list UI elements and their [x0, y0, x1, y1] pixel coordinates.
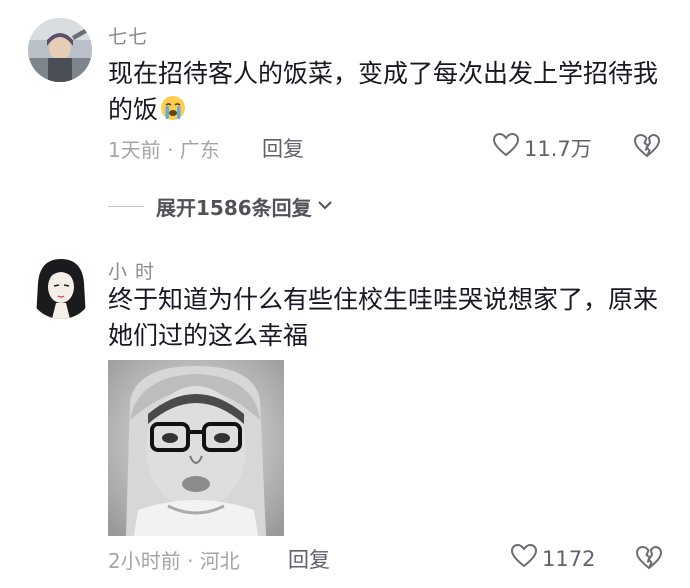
- comment-item: 七七 现在招待客人的饭菜，变成了每次出发上学招待我的饭 1天前 · 广东 回复 …: [0, 0, 690, 190]
- heart-icon: [492, 132, 524, 163]
- like-button[interactable]: 1172: [510, 543, 595, 574]
- divider: [108, 206, 144, 207]
- like-count: 1172: [542, 546, 596, 571]
- comment-text: 终于知道为什么有些住校生哇哇哭说想家了，原来她们过的这么幸福: [108, 285, 659, 350]
- broken-heart-icon: [632, 134, 662, 164]
- expand-replies-label: 展开1586条回复: [156, 196, 312, 220]
- comment-meta: 2小时前 · 河北: [108, 549, 240, 573]
- comment-body: 现在招待客人的饭菜，变成了每次出发上学招待我的饭: [108, 59, 659, 124]
- like-button[interactable]: 11.7万: [492, 132, 592, 163]
- username[interactable]: 小 时: [108, 257, 155, 284]
- heart-icon: [510, 543, 542, 574]
- chevron-down-icon: [312, 195, 334, 219]
- comment-item: 小 时 终于知道为什么有些住校生哇哇哭说想家了，原来她们过的这么幸福 2小时前 …: [0, 240, 690, 588]
- comment-image[interactable]: [108, 360, 284, 536]
- username[interactable]: 七七: [108, 22, 148, 49]
- dislike-button[interactable]: [634, 544, 664, 576]
- comment-text: 现在招待客人的饭菜，变成了每次出发上学招待我的饭: [108, 56, 668, 131]
- avatar[interactable]: [28, 18, 92, 82]
- reply-button[interactable]: 回复: [262, 133, 304, 163]
- broken-heart-icon: [634, 546, 664, 576]
- like-count: 11.7万: [524, 136, 592, 161]
- dislike-button[interactable]: [632, 132, 662, 164]
- comment-meta: 1天前 · 广东: [108, 138, 220, 162]
- crying-emoji-icon: [160, 95, 186, 131]
- avatar[interactable]: [28, 253, 94, 319]
- expand-replies-button[interactable]: 展开1586条回复: [108, 192, 334, 221]
- reply-button[interactable]: 回复: [288, 544, 330, 574]
